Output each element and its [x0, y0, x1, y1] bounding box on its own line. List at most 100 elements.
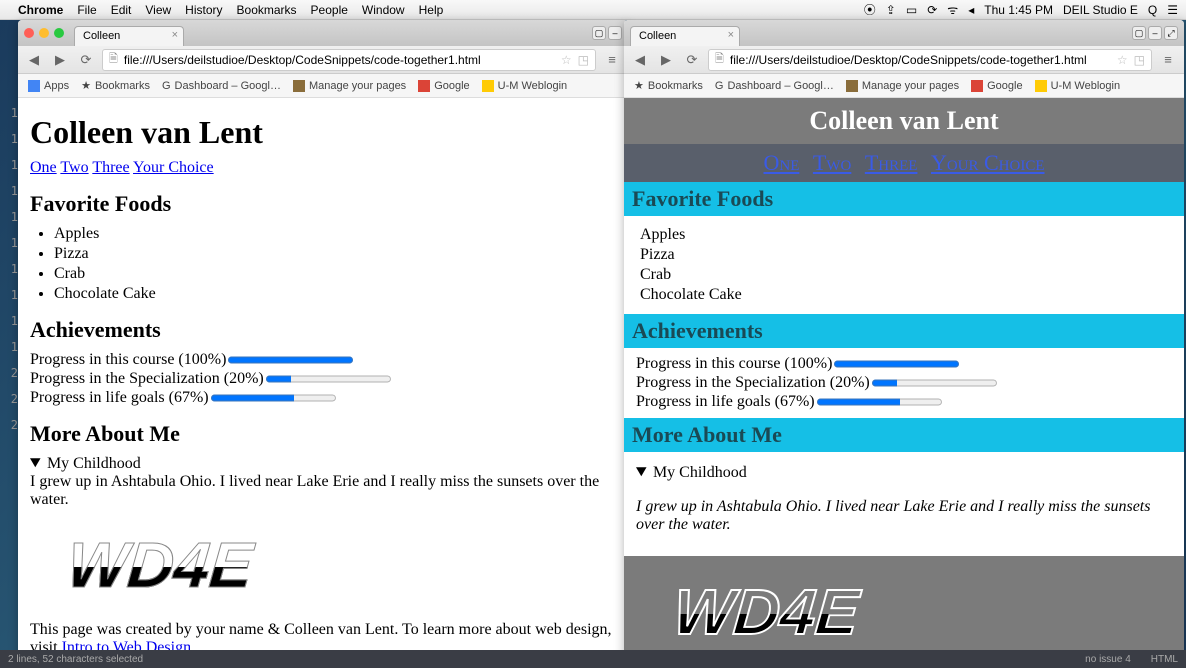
screencast-icon[interactable]: ⦿ — [864, 1, 876, 18]
window-controls: ▢ – ⤢ — [1132, 26, 1178, 40]
nav-three[interactable]: Three — [92, 159, 129, 176]
tabstrip: Colleen × ▢ – ⤢ — [624, 20, 1184, 46]
status-issues: no issue 4 — [1085, 654, 1131, 665]
nav-three[interactable]: Three — [865, 150, 918, 175]
menubar-right: ⦿ ⇪ ▭ ⟳ ᯤ ◂ Thu 1:45 PM DEIL Studio E Q … — [864, 1, 1178, 18]
menu-people[interactable]: People — [311, 3, 348, 17]
display-icon[interactable]: ▭ — [906, 3, 917, 17]
max-dot[interactable] — [54, 28, 64, 38]
nav-one[interactable]: One — [764, 150, 800, 175]
browser-tab[interactable]: Colleen × — [630, 26, 740, 46]
page-content-unstyled: Colleen van Lent One Two Three Your Choi… — [18, 98, 628, 660]
details-childhood[interactable]: My Childhood I grew up in Ashtabula Ohio… — [636, 464, 1172, 534]
minimize-icon[interactable]: – — [608, 26, 622, 40]
bk-dashboard[interactable]: G Dashboard – Googl… — [715, 80, 834, 92]
mac-menubar: Chrome File Edit View History Bookmarks … — [0, 0, 1186, 20]
bk-weblogin[interactable]: U-M Weblogin — [482, 80, 568, 92]
tab-close-icon[interactable]: × — [728, 29, 734, 41]
list-item: Pizza — [640, 246, 1172, 264]
bookmarks-bar: Apps ★ Bookmarks G Dashboard – Googl… Ma… — [18, 74, 628, 98]
star-icon[interactable]: ☆ — [561, 53, 572, 67]
heading-achievements: Achievements — [30, 317, 616, 343]
bk-weblogin[interactable]: U-M Weblogin — [1035, 80, 1121, 92]
nav-choice[interactable]: Your Choice — [133, 159, 214, 176]
sync-icon[interactable]: ⟳ — [927, 3, 937, 17]
details-summary[interactable]: My Childhood — [636, 464, 1172, 482]
bk-google[interactable]: Google — [418, 80, 469, 92]
nav-one[interactable]: One — [30, 159, 57, 176]
bk-manage[interactable]: Manage your pages — [846, 80, 959, 92]
chrome-window-right: Colleen × ▢ – ⤢ ◀ ▶ ⟳ 🗎 file:///Users/de… — [624, 20, 1184, 660]
back-button[interactable]: ◀ — [630, 50, 650, 70]
minimize-icon[interactable]: – — [1148, 26, 1162, 40]
url-field[interactable]: 🗎 file:///Users/deilstudioe/Desktop/Code… — [708, 49, 1152, 71]
heading-foods: Favorite Foods — [30, 191, 616, 217]
browser-tab[interactable]: Colleen × — [74, 26, 184, 46]
avatar-icon[interactable]: ▢ — [592, 26, 606, 40]
menu-bookmarks[interactable]: Bookmarks — [237, 3, 297, 17]
bookmarks-bar: ★ Bookmarks G Dashboard – Googl… Manage … — [624, 74, 1184, 98]
status-filetype: HTML — [1151, 654, 1178, 665]
back-button[interactable]: ◀ — [24, 50, 44, 70]
reload-button[interactable]: ⟳ — [682, 50, 702, 70]
tab-title: Colleen — [639, 30, 676, 42]
avatar-icon[interactable]: ▢ — [1132, 26, 1146, 40]
page-content-styled: Colleen van Lent One Two Three Your Choi… — [624, 98, 1184, 660]
nav-choice[interactable]: Your Choice — [931, 150, 1045, 175]
min-dot[interactable] — [39, 28, 49, 38]
tab-close-icon[interactable]: × — [172, 29, 178, 41]
menubar-app[interactable]: Chrome — [18, 3, 63, 17]
menu-icon[interactable]: ≡ — [602, 50, 622, 70]
list-item: Pizza — [54, 245, 616, 263]
nav-links: One Two Three Your Choice — [30, 159, 616, 177]
url-field[interactable]: 🗎 file:///Users/deilstudioe/Desktop/Code… — [102, 49, 596, 71]
progress-row: Progress in life goals (67%) — [636, 393, 1172, 411]
menu-edit[interactable]: Edit — [111, 3, 132, 17]
progress-row: Progress in life goals (67%) — [30, 389, 616, 407]
bk-apps[interactable]: Apps — [28, 80, 69, 92]
details-childhood[interactable]: My Childhood I grew up in Ashtabula Ohio… — [30, 455, 616, 509]
file-icon: 🗎 — [109, 50, 118, 69]
menu-view[interactable]: View — [145, 3, 171, 17]
menubar-time[interactable]: Thu 1:45 PM — [984, 3, 1053, 17]
spotlight-icon[interactable]: Q — [1148, 3, 1157, 17]
bk-manage[interactable]: Manage your pages — [293, 80, 406, 92]
progress-row: Progress in the Specialization (20%) — [636, 374, 1172, 392]
close-dot[interactable] — [24, 28, 34, 38]
footer: WD4E This page was created by your name … — [30, 515, 616, 657]
progress-bar — [266, 372, 391, 386]
reload-button[interactable]: ⟳ — [76, 50, 96, 70]
tab-title: Colleen — [83, 30, 120, 42]
menu-file[interactable]: File — [77, 3, 96, 17]
menu-history[interactable]: History — [185, 3, 222, 17]
menu-help[interactable]: Help — [419, 3, 444, 17]
heading-achievements: Achievements — [624, 314, 1184, 348]
progress-row: Progress in this course (100%) — [636, 355, 1172, 373]
nav-two[interactable]: Two — [60, 159, 88, 176]
star-icon[interactable]: ☆ — [1117, 53, 1128, 67]
nav-links: One Two Three Your Choice — [624, 144, 1184, 182]
details-summary[interactable]: My Childhood — [30, 455, 616, 473]
page-icon[interactable]: ◳ — [578, 53, 589, 67]
bk-google[interactable]: Google — [971, 80, 1022, 92]
menubar-user[interactable]: DEIL Studio E — [1063, 3, 1138, 17]
wifi-icon[interactable]: ᯤ — [947, 1, 958, 18]
dropbox-icon[interactable]: ⇪ — [886, 3, 896, 17]
addressbar: ◀ ▶ ⟳ 🗎 file:///Users/deilstudioe/Deskto… — [18, 46, 628, 74]
heading-about: More About Me — [30, 421, 616, 447]
notification-icon[interactable]: ☰ — [1167, 3, 1178, 17]
bk-bookmarks[interactable]: ★ Bookmarks — [634, 79, 703, 92]
menu-icon[interactable]: ≡ — [1158, 50, 1178, 70]
forward-button[interactable]: ▶ — [656, 50, 676, 70]
foods-list: Apples Pizza Crab Chocolate Cake — [640, 226, 1172, 304]
bk-dashboard[interactable]: G Dashboard – Googl… — [162, 80, 281, 92]
list-item: Apples — [640, 226, 1172, 244]
nav-two[interactable]: Two — [813, 150, 851, 175]
list-item: Chocolate Cake — [54, 285, 616, 303]
expand-icon[interactable]: ⤢ — [1164, 26, 1178, 40]
menu-window[interactable]: Window — [362, 3, 405, 17]
volume-icon[interactable]: ◂ — [968, 3, 974, 17]
forward-button[interactable]: ▶ — [50, 50, 70, 70]
bk-bookmarks[interactable]: ★ Bookmarks — [81, 79, 150, 92]
page-icon[interactable]: ◳ — [1134, 53, 1145, 67]
